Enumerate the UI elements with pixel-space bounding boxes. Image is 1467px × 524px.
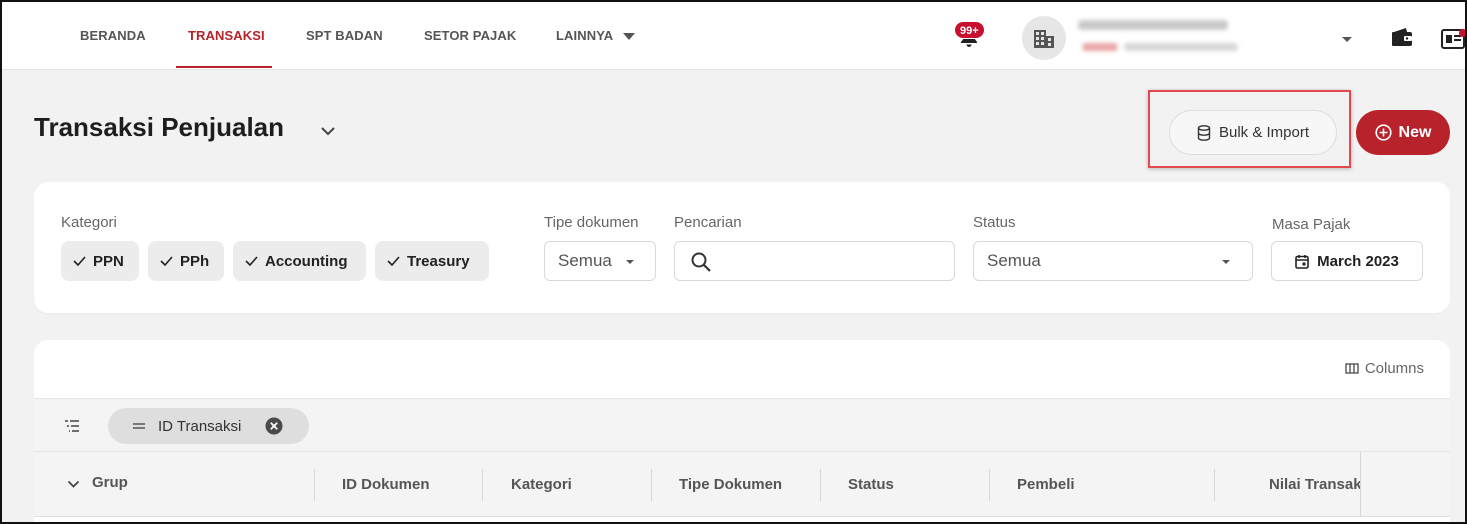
- nav-spt-badan[interactable]: SPT BADAN: [306, 2, 383, 70]
- nav-lainnya[interactable]: LAINNYA: [556, 2, 636, 70]
- column-separator[interactable]: [989, 469, 990, 501]
- column-header-pembeli[interactable]: Pembeli: [1017, 476, 1075, 493]
- column-header-status[interactable]: Status: [848, 476, 894, 493]
- column-header-id-dokumen[interactable]: ID Dokumen: [342, 476, 430, 493]
- redacted-company-name: [1078, 20, 1228, 30]
- check-icon: [73, 256, 86, 266]
- columns-label: Columns: [1364, 360, 1424, 377]
- masa-pajak-label: Masa Pajak: [1272, 216, 1351, 233]
- filter-panel: Kategori PPN PPh Accounting Treasury Tip…: [34, 182, 1450, 313]
- calendar-icon: [1295, 254, 1309, 269]
- masa-pajak-value: March 2023: [1317, 252, 1399, 270]
- chip-treasury-label: Treasury: [407, 252, 470, 270]
- tipe-dokumen-select[interactable]: Semua: [544, 241, 656, 281]
- redacted-company-tag: [1082, 43, 1118, 51]
- group-list-icon[interactable]: [64, 419, 80, 433]
- column-separator[interactable]: [820, 469, 821, 501]
- wallet-icon[interactable]: [1390, 26, 1414, 48]
- chip-pph-label: PPh: [180, 252, 210, 270]
- column-separator: [1360, 452, 1361, 516]
- building-icon: [1034, 30, 1054, 48]
- search-field[interactable]: [674, 241, 955, 281]
- chip-pph[interactable]: PPh: [148, 241, 224, 281]
- column-header-grup[interactable]: Grup: [92, 474, 128, 491]
- column-separator[interactable]: [314, 469, 315, 501]
- nav-active-indicator: [176, 66, 272, 68]
- pencarian-label: Pencarian: [674, 214, 742, 231]
- new-label: New: [1398, 123, 1432, 141]
- account-dropdown-icon[interactable]: [1342, 37, 1352, 42]
- check-icon: [160, 256, 173, 266]
- column-header-nilai-clip: Nilai Transaksi: [1215, 452, 1360, 516]
- drag-handle-icon: [133, 423, 145, 429]
- status-value: Semua: [987, 251, 1041, 270]
- close-circle-icon[interactable]: [265, 417, 283, 435]
- redacted-company-npwp: [1124, 43, 1238, 51]
- chip-ppn-label: PPN: [93, 252, 124, 270]
- check-icon: [245, 256, 258, 266]
- tipe-dokumen-value: Semua: [558, 251, 612, 270]
- plus-circle-icon: [1374, 124, 1392, 141]
- top-navigation: BERANDA TRANSAKSI SPT BADAN SETOR PAJAK …: [2, 2, 1467, 70]
- chevron-down-icon: [1222, 260, 1230, 264]
- nav-beranda[interactable]: BERANDA: [80, 2, 146, 70]
- chip-treasury[interactable]: Treasury: [375, 241, 489, 281]
- column-separator[interactable]: [651, 469, 652, 501]
- bulk-import-label: Bulk & Import: [1218, 124, 1310, 141]
- bulk-import-button[interactable]: Bulk & Import: [1169, 110, 1337, 155]
- kategori-label: Kategori: [61, 214, 117, 231]
- status-select[interactable]: Semua: [973, 241, 1253, 281]
- check-icon: [387, 256, 400, 266]
- status-label: Status: [973, 214, 1016, 231]
- search-input[interactable]: [719, 248, 949, 274]
- page-title[interactable]: Transaksi Penjualan: [34, 112, 284, 143]
- tipe-dokumen-label: Tipe dokumen: [544, 214, 639, 231]
- chip-ppn[interactable]: PPN: [61, 241, 139, 281]
- masa-pajak-picker[interactable]: March 2023: [1271, 241, 1423, 281]
- grouping-bar: ID Transaksi: [34, 398, 1450, 452]
- chevron-down-icon: [623, 33, 636, 41]
- nav-lainnya-label: LAINNYA: [556, 28, 614, 43]
- chevron-down-icon[interactable]: [67, 480, 80, 489]
- columns-button[interactable]: Columns: [1345, 360, 1424, 377]
- nav-transaksi[interactable]: TRANSAKSI: [188, 2, 265, 70]
- chevron-down-icon[interactable]: [320, 125, 336, 137]
- group-chip-label: ID Transaksi: [158, 417, 242, 435]
- new-button[interactable]: New: [1356, 110, 1450, 155]
- columns-icon: [1345, 363, 1359, 374]
- chip-accounting-label: Accounting: [265, 252, 348, 270]
- notification-badge: 99+: [954, 21, 985, 39]
- column-header-nilai-transaksi[interactable]: Nilai Transaksi: [1269, 476, 1360, 493]
- transactions-table: Columns ID Transaksi Grup ID Dokumen Kat…: [34, 340, 1450, 524]
- table-header-row: Grup ID Dokumen Kategori Tipe Dokumen St…: [34, 452, 1450, 516]
- chip-accounting[interactable]: Accounting: [233, 241, 366, 281]
- group-chip-id-transaksi[interactable]: ID Transaksi: [108, 408, 309, 444]
- column-header-tipe-dokumen[interactable]: Tipe Dokumen: [679, 476, 782, 493]
- column-separator[interactable]: [482, 469, 483, 501]
- company-avatar[interactable]: [1022, 16, 1066, 60]
- document-alert-dot: [1459, 29, 1467, 37]
- chevron-down-icon: [626, 260, 634, 264]
- column-header-kategori[interactable]: Kategori: [511, 476, 572, 493]
- nav-setor-pajak[interactable]: SETOR PAJAK: [424, 2, 516, 70]
- table-divider: [34, 516, 1450, 517]
- database-icon: [1197, 124, 1211, 141]
- search-icon: [691, 252, 711, 272]
